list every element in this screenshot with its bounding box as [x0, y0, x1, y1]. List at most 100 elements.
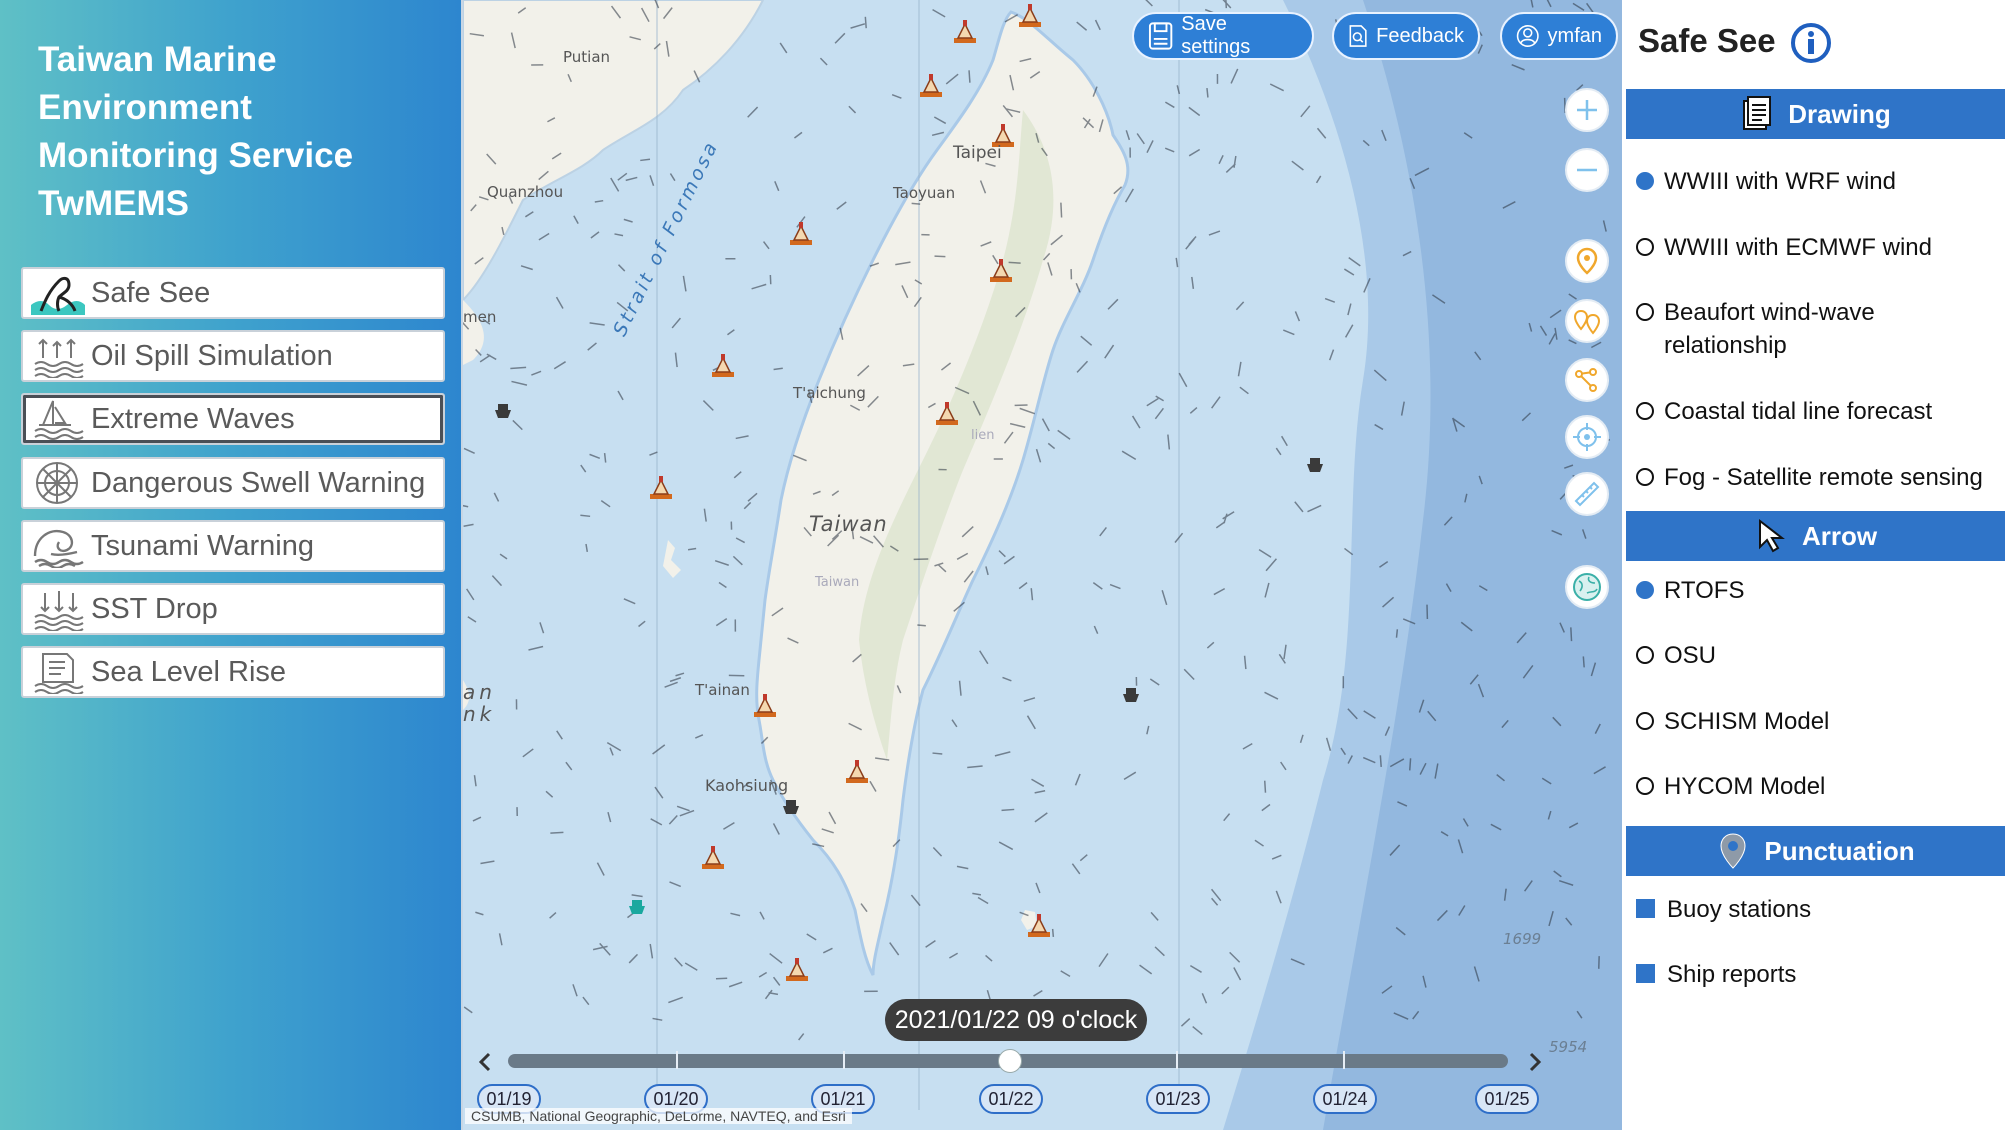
radio-button[interactable] — [1636, 777, 1654, 795]
current-arrow — [932, 752, 943, 755]
current-arrow — [715, 977, 728, 980]
option-fog-satellite[interactable]: Fog - Satellite remote sensing — [1636, 461, 1983, 494]
user-button[interactable]: ymfan — [1500, 12, 1618, 60]
menu-label: Oil Spill Simulation — [91, 339, 333, 372]
save-settings-button[interactable]: Save settings — [1132, 12, 1314, 60]
menu-item-oil-spill[interactable]: Oil Spill Simulation — [21, 330, 445, 382]
depth-label: 5954 — [1549, 1038, 1588, 1056]
menu-item-sea-level-rise[interactable]: Sea Level Rise — [21, 646, 445, 698]
plus-icon — [1577, 100, 1597, 120]
map-view[interactable]: Putian Quanzhou men Strait of Formosa Ta… — [463, 0, 1622, 1130]
map-label: Taoyuan — [893, 184, 956, 202]
checkbox[interactable] — [1636, 964, 1655, 983]
current-arrow — [1409, 758, 1412, 771]
map-label: nk — [463, 702, 496, 726]
map-label: Taiwan — [815, 575, 860, 590]
zoom-in-button[interactable] — [1565, 88, 1609, 132]
map-label: men — [463, 308, 497, 326]
menu-label: Sea Level Rise — [91, 655, 287, 688]
basemap-button[interactable] — [1565, 565, 1609, 609]
map-pin-icon — [1576, 247, 1598, 275]
section-header-arrow: Arrow — [1626, 511, 2005, 561]
info-icon[interactable] — [1790, 22, 1832, 64]
option-label: RTOFS — [1664, 577, 1745, 604]
radio-button[interactable] — [1636, 402, 1654, 420]
map-label: Taipei — [953, 143, 1002, 163]
zoom-out-button[interactable] — [1565, 148, 1609, 192]
option-label: HYCOM Model — [1664, 773, 1826, 800]
checkbox[interactable] — [1636, 899, 1655, 918]
current-arrow — [1395, 629, 1399, 638]
menu-item-sst-drop[interactable]: SST Drop — [21, 583, 445, 635]
current-arrow — [1008, 261, 1021, 264]
radio-button[interactable] — [1636, 238, 1654, 256]
menu-label: SST Drop — [91, 592, 218, 625]
section-header-drawing: Drawing — [1626, 89, 2005, 139]
current-arrow — [1001, 808, 1015, 812]
option-label: OSU — [1664, 642, 1717, 669]
sea-level-icon — [34, 653, 84, 694]
crosshair-icon — [1573, 423, 1601, 451]
option-osu[interactable]: OSU — [1636, 639, 1716, 672]
current-arrow — [864, 16, 867, 29]
feedback-button[interactable]: Feedback — [1332, 12, 1480, 60]
marker-tool-button[interactable] — [1565, 239, 1609, 283]
current-arrow — [1206, 88, 1209, 98]
date-pill[interactable]: 01/22 — [979, 1084, 1043, 1114]
time-prev-arrow-icon[interactable] — [477, 1052, 493, 1072]
current-arrow — [1225, 0, 1228, 9]
section-heading: Arrow — [1801, 520, 1878, 551]
option-coastal-tidal[interactable]: Coastal tidal line forecast — [1636, 395, 1932, 428]
section-heading: Drawing — [1788, 98, 1891, 129]
menu-item-tsunami[interactable]: Tsunami Warning — [21, 520, 445, 572]
time-next-arrow-icon[interactable] — [1527, 1052, 1543, 1072]
current-arrow — [550, 831, 564, 834]
radio-button[interactable] — [1636, 468, 1654, 486]
current-arrow — [1570, 627, 1573, 642]
option-schism[interactable]: SCHISM Model — [1636, 705, 1829, 738]
depth-label: 1699 — [1503, 930, 1542, 948]
menu-item-swell-warning[interactable]: Dangerous Swell Warning — [21, 457, 445, 509]
menu-label: Dangerous Swell Warning — [91, 466, 426, 499]
minus-icon — [1577, 168, 1597, 172]
time-slider-handle[interactable] — [998, 1049, 1022, 1073]
option-buoy-stations[interactable]: Buoy stations — [1636, 893, 1811, 926]
radio-button[interactable] — [1636, 581, 1654, 599]
date-pill[interactable]: 01/25 — [1475, 1084, 1539, 1114]
current-arrow — [1263, 780, 1267, 793]
option-hycom[interactable]: HYCOM Model — [1636, 770, 1825, 803]
oil-spill-icon — [34, 338, 84, 378]
option-label: WWIII with ECMWF wind — [1664, 234, 1932, 261]
option-ship-reports[interactable]: Ship reports — [1636, 958, 1796, 991]
locate-button[interactable] — [1565, 415, 1609, 459]
option-beaufort[interactable]: Beaufort wind-wave relationship — [1636, 296, 1936, 362]
timestamp-label: 2021/01/22 09 o'clock — [885, 999, 1147, 1041]
date-pill[interactable]: 01/24 — [1313, 1084, 1377, 1114]
cursor-icon — [1758, 518, 1785, 553]
map-basemap — [463, 0, 1622, 1130]
option-rtofs[interactable]: RTOFS — [1636, 574, 1744, 607]
menu-item-extreme-waves[interactable]: Extreme Waves — [21, 393, 445, 445]
map-label: Quanzhou — [487, 183, 564, 201]
radio-button[interactable] — [1636, 646, 1654, 664]
line-tool-button[interactable] — [1565, 358, 1609, 402]
date-pill[interactable]: 01/23 — [1146, 1084, 1210, 1114]
app-title-line: Taiwan Marine — [38, 40, 277, 79]
radio-button[interactable] — [1636, 172, 1654, 190]
app-title-line: Monitoring Service — [38, 136, 354, 175]
ruler-icon — [1574, 481, 1600, 507]
radio-button[interactable] — [1636, 712, 1654, 730]
measure-tool-button[interactable] — [1565, 472, 1609, 516]
option-wwiii-wrf[interactable]: WWIII with WRF wind — [1636, 165, 1896, 198]
menu-item-safe-see[interactable]: Safe See — [21, 267, 445, 319]
radio-button[interactable] — [1636, 303, 1654, 321]
map-attribution: CSUMB, National Geographic, DeLorme, NAV… — [465, 1108, 852, 1124]
current-arrow — [934, 255, 946, 258]
multi-marker-tool-button[interactable] — [1565, 299, 1609, 343]
map-label: Putian — [563, 48, 611, 66]
right-panel: Safe See Drawing WWIII with WRF wind WWI… — [1622, 0, 2005, 1130]
option-label: Buoy stations — [1667, 896, 1812, 923]
map-label: T'ainan — [695, 681, 750, 699]
time-tick — [1343, 1051, 1345, 1069]
option-wwiii-ecmwf[interactable]: WWIII with ECMWF wind — [1636, 231, 1932, 264]
